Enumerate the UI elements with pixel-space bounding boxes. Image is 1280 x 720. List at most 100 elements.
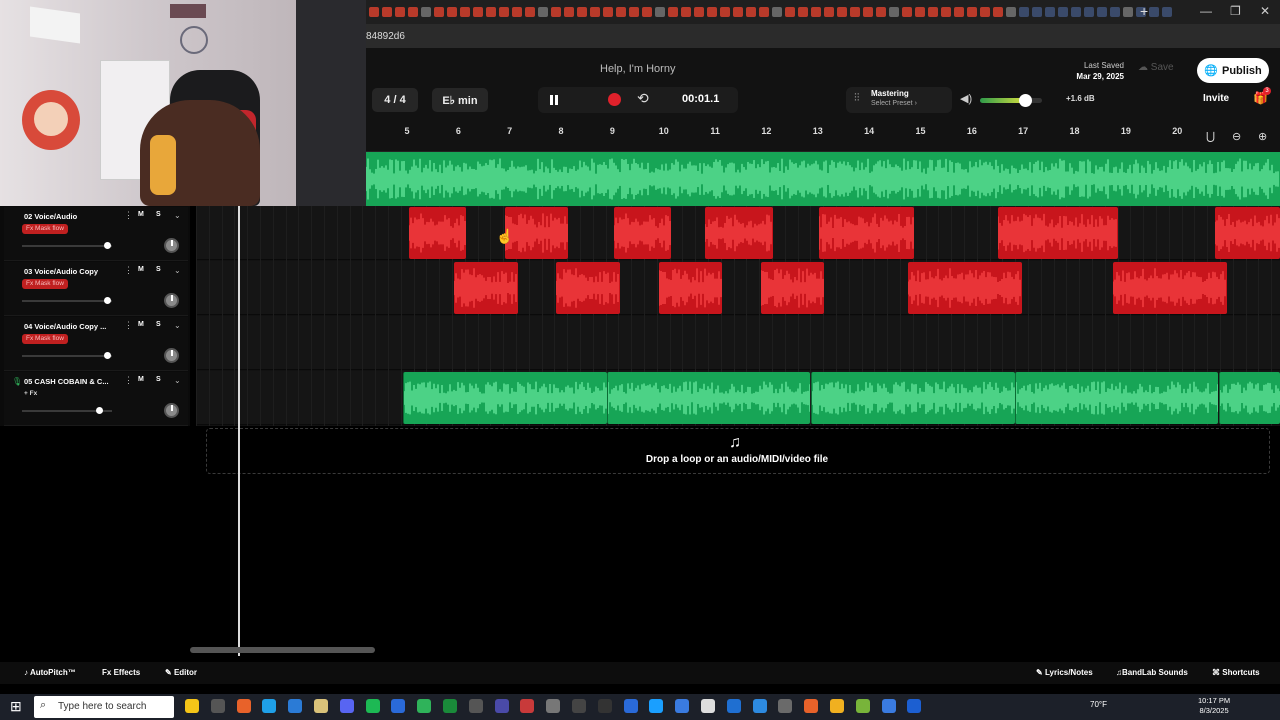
browser-tab[interactable] [902,7,912,17]
track-name[interactable]: 04 Voice/Audio Copy ... [24,322,106,331]
browser-tab[interactable] [382,7,392,17]
browser-tab[interactable] [369,7,379,17]
browser-tab[interactable] [798,7,808,17]
browser-tab[interactable] [915,7,925,17]
weather-widget[interactable]: 70°F [1090,700,1107,709]
track-header[interactable]: 02 Voice/Audio ⋮ M S ⌄ Fx Mask flow [4,207,188,261]
track-header[interactable]: 04 Voice/Audio Copy ... ⋮ M S ⌄ Fx Mask flow [4,317,188,371]
pan-knob[interactable] [164,348,179,363]
mute-button[interactable]: M [138,321,144,328]
audio-clip[interactable] [409,207,466,259]
browser-tab[interactable] [811,7,821,17]
app-icon[interactable] [520,699,535,713]
maximize-button[interactable]: ❐ [1230,4,1241,18]
browser-tab[interactable] [824,7,834,17]
track-volume-slider[interactable] [22,355,112,357]
track-volume-slider[interactable] [22,245,112,247]
autopitch-button[interactable]: ♪ AutoPitch™ [24,668,76,677]
chevron-down-icon[interactable]: ⌄ [174,211,181,220]
track-fx-button[interactable]: Fx Mask flow [22,334,68,344]
lyrics-notes-button[interactable]: ✎ Lyrics/Notes [1036,668,1093,677]
app-icon[interactable] [855,699,870,713]
browser-tab[interactable] [720,7,730,17]
edge-icon[interactable] [262,699,277,713]
browser-tab[interactable] [460,7,470,17]
track-fx-button[interactable]: Fx Mask flow [22,279,68,289]
chevron-down-icon[interactable]: ⌄ [174,321,181,330]
audio-clip[interactable] [505,207,568,259]
audio-clip[interactable] [998,207,1118,259]
browser-tab[interactable] [1058,7,1068,17]
browser-tab[interactable] [1110,7,1120,17]
minecraft-icon[interactable] [417,699,432,713]
url-text[interactable]: 84892d6 [366,31,405,42]
browser-tab[interactable] [733,7,743,17]
track-name[interactable]: 03 Voice/Audio Copy [24,267,98,276]
publish-button[interactable]: 🌐 Publish [1197,58,1269,83]
browser-tab[interactable] [785,7,795,17]
browser-tab[interactable] [837,7,847,17]
pan-knob[interactable] [164,403,179,418]
browser-tab[interactable] [512,7,522,17]
track-volume-knob[interactable] [104,242,111,249]
timeline-ruler[interactable] [366,124,1280,152]
copilot-icon[interactable] [185,699,199,713]
browser-tab[interactable] [681,7,691,17]
app-icon[interactable] [623,699,638,713]
key-selector[interactable]: E♭ min [432,88,488,112]
spotify-icon[interactable] [365,699,380,713]
windows-start-icon[interactable]: ⊞ [10,698,22,715]
taskbar-clock[interactable]: 10:17 PM 8/3/2025 [1198,696,1230,716]
browser-tab[interactable] [1006,7,1016,17]
track-name[interactable]: 05 CASH COBAIN & C... [24,377,109,386]
audio-clip[interactable] [607,372,810,424]
solo-button[interactable]: S [156,211,161,218]
browser-tab[interactable] [863,7,873,17]
browser-tab[interactable] [486,7,496,17]
effects-button[interactable]: Fx Effects [102,668,140,677]
app-icon[interactable] [597,699,612,713]
app-icon[interactable] [804,699,819,713]
bandlab-sounds-button[interactable]: ♫BandLab Sounds [1116,668,1188,677]
browser-tab[interactable] [772,7,782,17]
browser-tab[interactable] [694,7,704,17]
taskbar-search-input[interactable]: Type here to search [34,696,174,718]
solo-button[interactable]: S [156,376,161,383]
file-explorer-icon[interactable] [314,699,328,713]
audio-clip[interactable] [556,262,620,314]
new-tab-button[interactable]: + [1140,3,1148,19]
audio-clip[interactable] [659,262,722,314]
track-volume-slider[interactable] [22,300,112,302]
app-icon[interactable] [236,699,251,713]
track-name[interactable]: 02 Voice/Audio [24,212,77,221]
time-signature-button[interactable]: 4 / 4 [372,88,418,112]
audio-clip[interactable] [403,372,607,424]
app-icon[interactable] [701,699,715,713]
app-icon[interactable] [468,699,483,713]
horizontal-scrollbar[interactable] [190,647,375,653]
browser-tab[interactable] [850,7,860,17]
browser-tab[interactable] [629,7,639,17]
master-volume-knob[interactable] [1018,94,1032,107]
task-view-icon[interactable] [210,699,225,713]
browser-tab[interactable] [421,7,431,17]
pan-knob[interactable] [164,293,179,308]
browser-tab[interactable] [1123,7,1133,17]
outlook-icon[interactable] [288,699,303,713]
track-volume-knob[interactable] [104,352,111,359]
browser-tab[interactable] [434,7,444,17]
xbox-icon[interactable] [443,699,457,713]
audio-clip[interactable] [908,262,1022,314]
shortcuts-button[interactable]: ⌘ Shortcuts [1212,668,1260,677]
app-icon[interactable] [907,699,922,713]
browser-tab[interactable] [1032,7,1042,17]
app-icon[interactable] [546,699,561,713]
browser-tab[interactable] [642,7,652,17]
more-options-icon[interactable]: ⋮ [124,265,133,276]
app-icon[interactable] [391,699,406,713]
app-icon[interactable] [726,699,741,713]
song-title[interactable]: Help, I'm Horny [600,63,675,75]
audio-clip[interactable] [811,372,1015,424]
discord-icon[interactable] [339,699,354,713]
browser-tab[interactable] [668,7,678,17]
